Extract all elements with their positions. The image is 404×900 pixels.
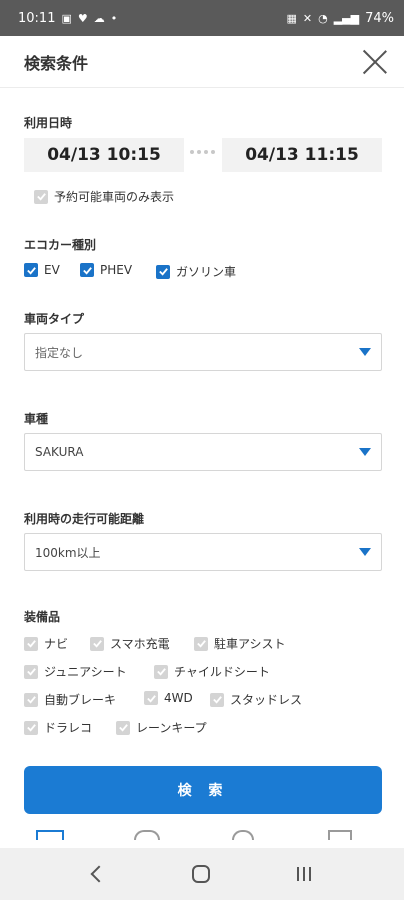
checkbox-box (34, 189, 48, 204)
equipment-dashcam-checkbox[interactable]: ドラレコ (24, 719, 92, 736)
map-tab-icon[interactable] (36, 830, 64, 840)
equipment-phone-charge-checkbox[interactable]: スマホ充電 (90, 635, 170, 652)
car-model-label: 車種 (24, 412, 49, 426)
equipment-4wd-checkbox[interactable]: 4WD (144, 691, 193, 705)
close-icon[interactable] (362, 49, 388, 75)
equipment-navi-checkbox[interactable]: ナビ (24, 635, 68, 652)
checkbox-label: チャイルドシート (174, 665, 270, 679)
checkbox-label: スタッドレス (230, 693, 303, 707)
equipment-label: 装備品 (24, 610, 61, 624)
checkbox-box (116, 720, 130, 735)
range-select[interactable]: 100km以上 (24, 533, 382, 571)
checkbox-label: ジュニアシート (44, 665, 127, 679)
status-time: 10:11 (18, 10, 56, 26)
checkbox-label: スマホ充電 (110, 637, 170, 651)
vehicle-type-label: 車両タイプ (24, 312, 85, 326)
checkbox-label: ガソリン車 (176, 265, 237, 279)
checkbox-box (24, 636, 38, 651)
notification-tab-icon[interactable] (232, 830, 254, 840)
dropdown-caret-icon (359, 548, 371, 556)
home-icon[interactable] (191, 865, 210, 883)
equipment-junior-seat-checkbox[interactable]: ジュニアシート (24, 663, 127, 680)
checkbox-box (90, 636, 104, 651)
dot-icon: • (110, 11, 118, 25)
select-value: 100km以上 (35, 545, 101, 560)
battery-level: 74% (365, 10, 394, 26)
checkbox-label: PHEV (100, 263, 133, 277)
checkbox-box (154, 664, 168, 679)
wifi-icon: ◔ (318, 11, 328, 25)
checkbox-box (80, 263, 94, 277)
checkbox-box (24, 664, 38, 679)
dropdown-caret-icon (359, 348, 371, 356)
checkbox-box (24, 720, 38, 735)
end-datetime-field[interactable]: 04/13 11:15 (222, 138, 382, 172)
cloud-icon: ☁ (93, 11, 105, 25)
checkbox-box (24, 692, 38, 707)
gallery-icon: ▣ (61, 11, 72, 25)
start-datetime-field[interactable]: 04/13 10:15 (24, 138, 184, 172)
eco-type-ev-checkbox[interactable]: EV (24, 263, 60, 277)
status-right: ▦ ✕ ◔ ▂▄▆ 74% (286, 11, 394, 26)
search-button[interactable]: 検 索 (24, 766, 382, 814)
checkbox-box (156, 264, 170, 279)
page-title: 検索条件 (24, 53, 89, 73)
status-left: 10:11 ▣ ♥ ☁ • (18, 11, 117, 26)
equipment-auto-brake-checkbox[interactable]: 自動ブレーキ (24, 691, 116, 708)
back-icon[interactable] (90, 865, 108, 883)
usage-datetime-label: 利用日時 (24, 116, 73, 130)
system-nav-bar (0, 848, 404, 900)
dropdown-caret-icon (359, 448, 371, 456)
eco-car-type-label: エコカー種別 (24, 238, 97, 252)
checkbox-label: ドラレコ (44, 721, 93, 735)
equipment-studless-checkbox[interactable]: スタッドレス (210, 691, 302, 708)
range-label: 利用時の走行可能距離 (24, 512, 145, 526)
status-bar: 10:11 ▣ ♥ ☁ • ▦ ✕ ◔ ▂▄▆ 74% (0, 0, 404, 36)
equipment-child-seat-checkbox[interactable]: チャイルドシート (154, 663, 270, 680)
checkbox-box (194, 636, 208, 651)
heart-icon: ♥ (77, 11, 88, 25)
mute-icon: ✕ (302, 11, 313, 25)
account-tab-icon[interactable] (134, 830, 160, 840)
dialog-header: 検索条件 (0, 36, 404, 88)
equipment-lane-keep-checkbox[interactable]: レーンキープ (116, 719, 207, 736)
select-value: 指定なし (35, 345, 84, 360)
checkbox-label: 4WD (164, 691, 193, 705)
checkbox-label: 自動ブレーキ (44, 693, 117, 707)
eco-type-gasoline-checkbox[interactable]: ガソリン車 (156, 263, 236, 280)
eco-type-phev-checkbox[interactable]: PHEV (80, 263, 132, 277)
menu-tab-icon[interactable] (328, 830, 352, 840)
checkbox-label: 予約可能車両のみ表示 (54, 190, 175, 204)
checkbox-box (24, 263, 38, 277)
vehicle-type-select[interactable]: 指定なし (24, 333, 382, 371)
checkbox-label: 駐車アシスト (214, 637, 286, 651)
checkbox-box (144, 691, 158, 705)
car-model-select[interactable]: SAKURA (24, 433, 382, 471)
signal-icon: ▂▄▆ (333, 11, 360, 25)
checkbox-label: EV (44, 263, 60, 277)
select-value: SAKURA (35, 445, 84, 459)
bottom-tab-strip (0, 826, 404, 846)
recent-apps-icon[interactable] (296, 867, 311, 881)
reservable-only-checkbox[interactable]: 予約可能車両のみ表示 (34, 188, 174, 205)
checkbox-label: ナビ (44, 637, 69, 651)
nfc-icon: ▦ (286, 11, 297, 25)
equipment-parking-assist-checkbox[interactable]: 駐車アシスト (194, 635, 286, 652)
range-separator (190, 150, 215, 154)
checkbox-box (210, 692, 224, 707)
checkbox-label: レーンキープ (136, 721, 207, 735)
